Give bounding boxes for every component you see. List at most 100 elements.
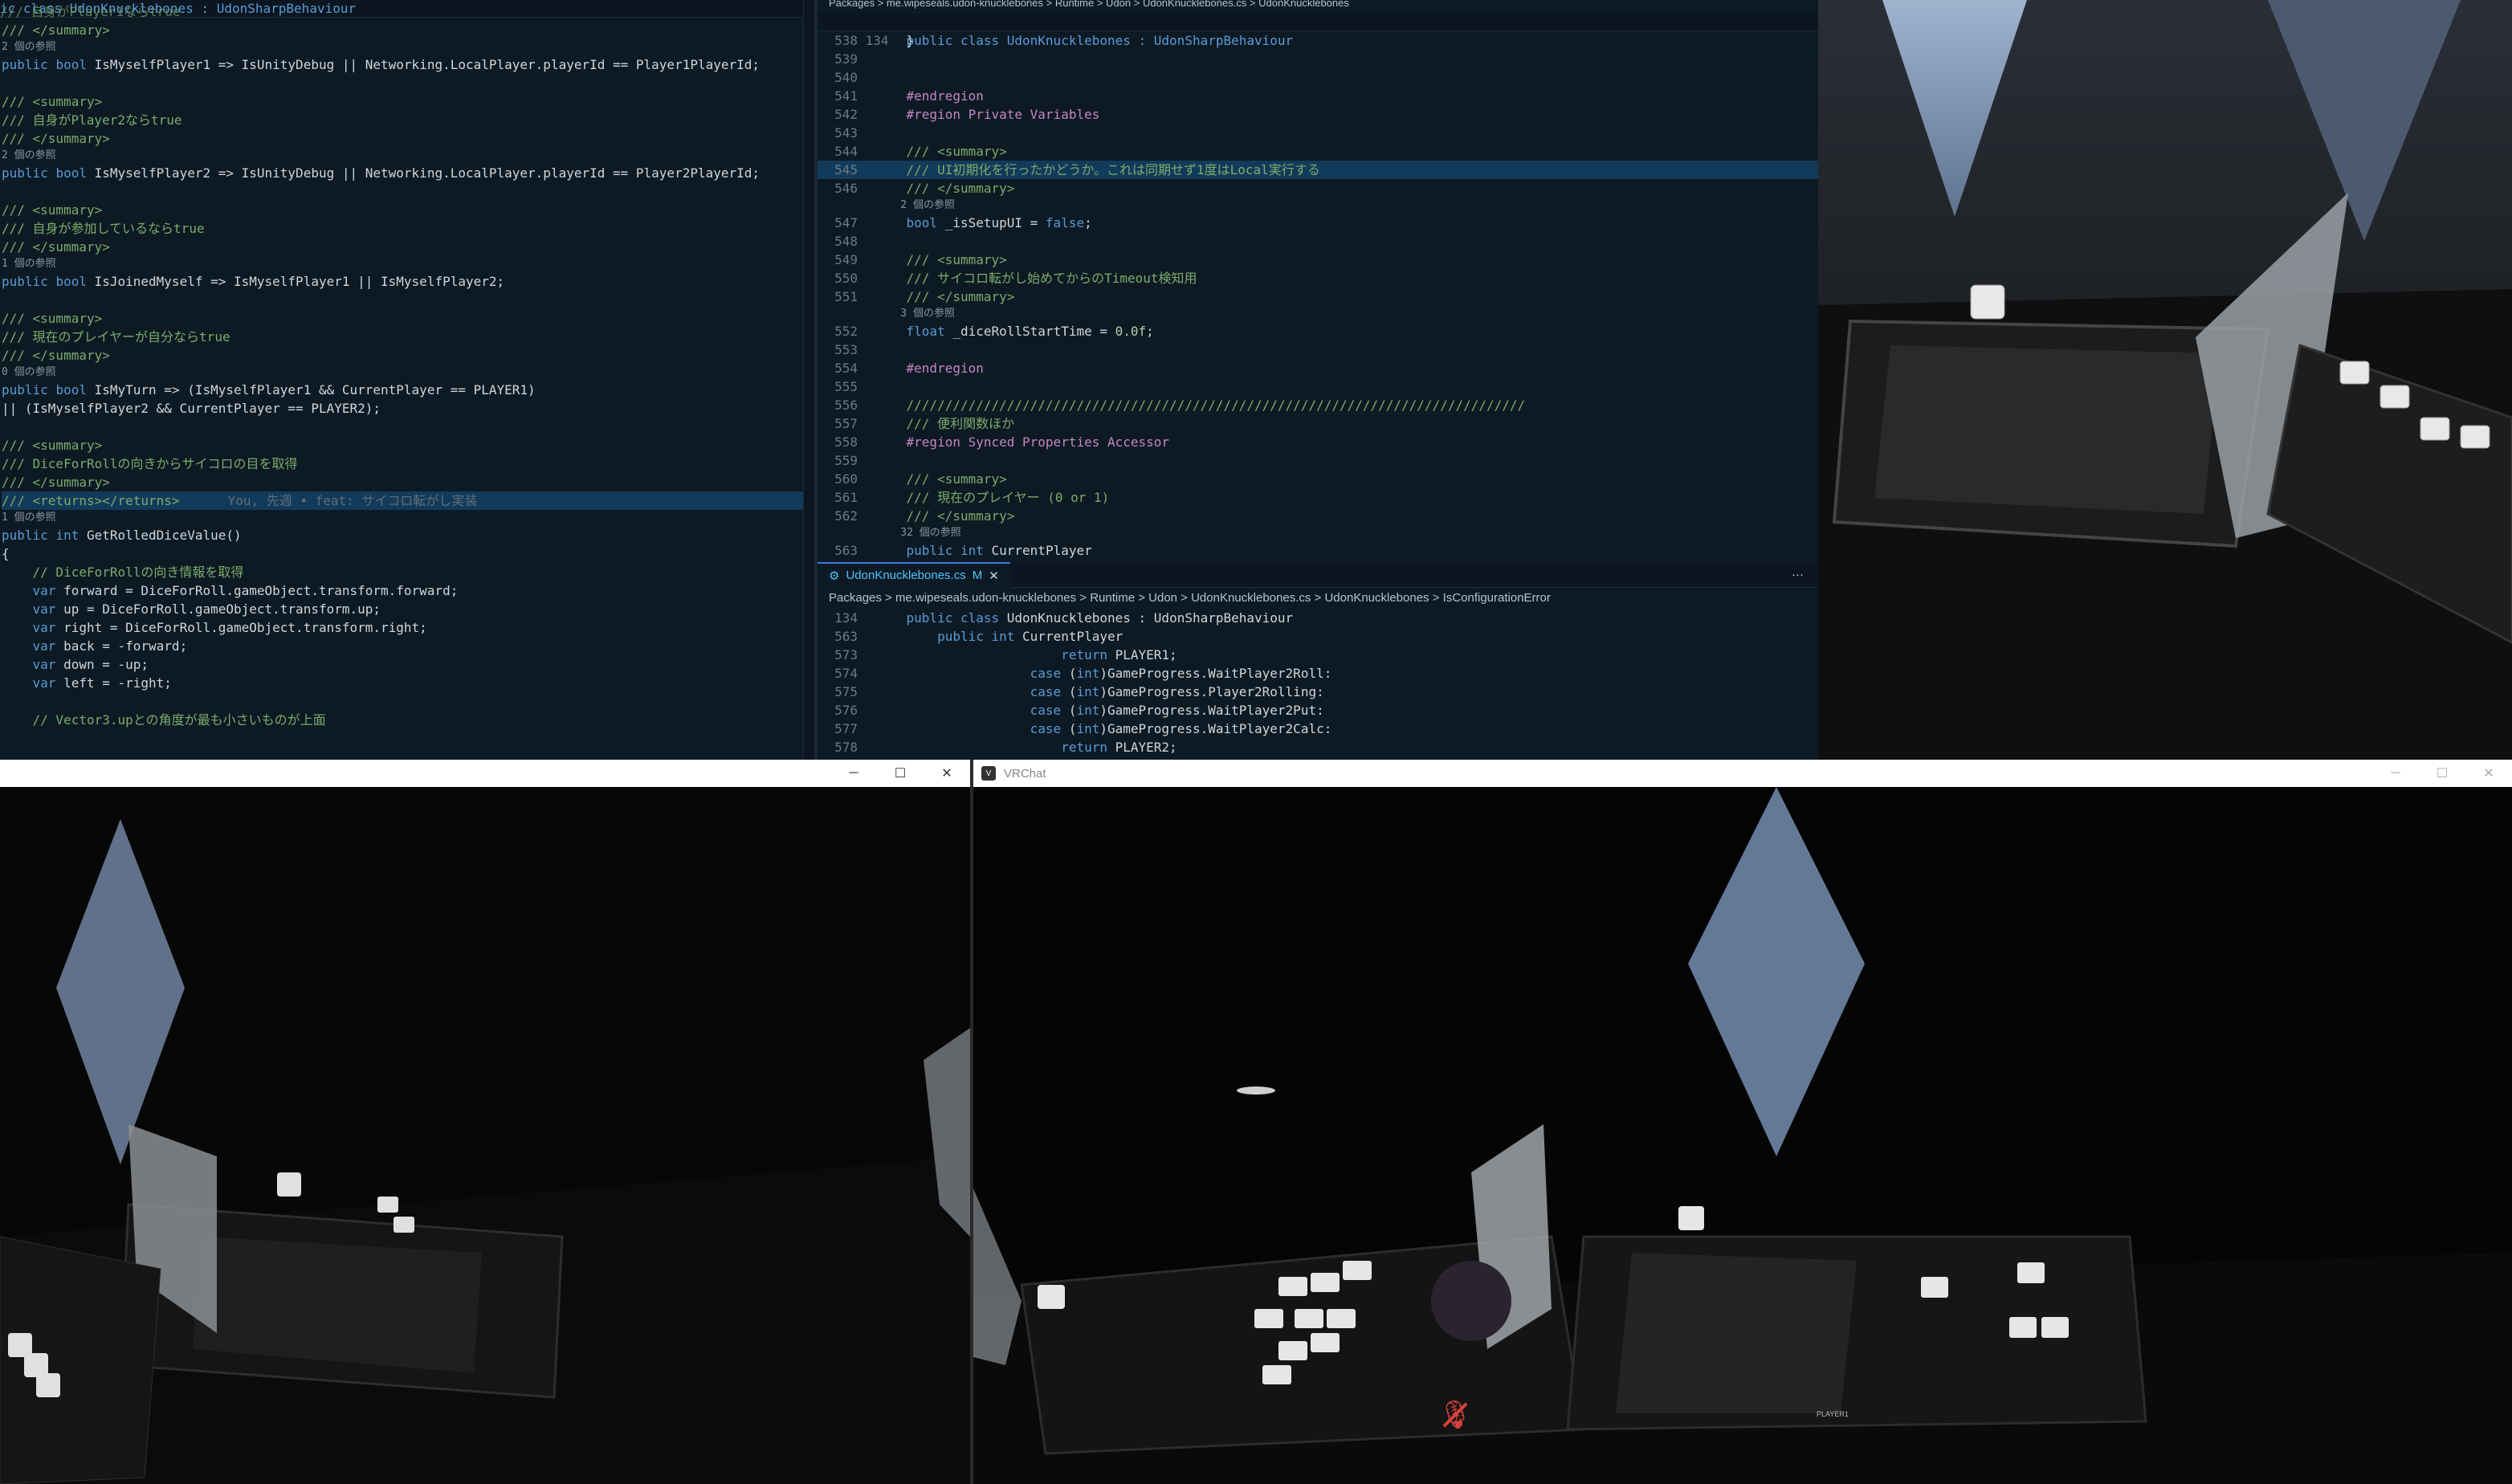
code-line: 543 [834, 125, 858, 141]
codelens-references: 3 個の参照 [875, 308, 955, 320]
right-top-code-lines: 538 } 539 540 541 #endregion 542 #region Pri… [818, 31, 1818, 560]
right-bottom-code-lines: 134 public class UdonKnucklebones : Udon… [818, 609, 1818, 756]
code-line: /// </summary> [2, 131, 110, 146]
code-line: /// 自身が参加しているならtrue [2, 221, 205, 236]
code-line: /// <summary> [2, 202, 103, 218]
player-label: PLAYER1 [1817, 1410, 1849, 1418]
right-code-editor-top[interactable]: Packages > me.wipeseals.udon-knucklebone… [818, 0, 1818, 562]
editor-tabbar: ⚙ UdonKnucklebones.cs M ✕ ··· [818, 562, 1818, 588]
current-line: /// <returns></returns> You, 先週 • feat: サ… [2, 491, 814, 510]
code-line: // Vector3.upとの角度が最も小さいものが上面 [2, 712, 326, 728]
code-line: 561 /// 現在のプレイヤー (0 or 1) [834, 490, 1110, 505]
code-line: /// <summary> [2, 438, 103, 453]
scene-viewport-topright[interactable] [1818, 0, 2512, 760]
code-line: var forward = DiceForRoll.gameObject.tra… [32, 583, 459, 598]
scene-viewport-left[interactable] [0, 787, 970, 1484]
code-line: var right = DiceForRoll.gameObject.trans… [32, 620, 427, 635]
code-line: 547 bool _isSetupUI = false; [834, 215, 1092, 230]
close-button[interactable]: ✕ [924, 760, 970, 787]
code-line: { [2, 546, 10, 561]
codelens-references: 1 個の参照 [2, 512, 56, 524]
minimize-button[interactable]: ─ [830, 760, 877, 787]
scroll-gutter[interactable] [803, 0, 814, 760]
codelens-references: 2 個の参照 [2, 41, 56, 53]
modified-badge: M [972, 569, 983, 582]
code-line: /// </summary> [2, 239, 110, 255]
code-line: 560 /// <summary> [834, 471, 1007, 487]
code-line: 541 #endregion [834, 88, 984, 104]
code-line: var down = -up; [32, 657, 149, 672]
close-icon[interactable]: ✕ [989, 569, 999, 583]
code-line: 549 /// <summary> [834, 252, 1007, 267]
code-line: 539 [834, 51, 858, 67]
sticky-class-header: 134 public class UdonKnucklebones : UdonS… [818, 13, 1818, 48]
breadcrumb[interactable]: Packages > me.wipeseals.udon-knucklebone… [818, 588, 1818, 609]
code-line: 540 [834, 70, 858, 85]
code-line: 559 [834, 453, 858, 468]
code-line: 134 public class UdonKnucklebones : Udon… [834, 610, 1294, 626]
code-line: 577 case (int)GameProgress.WaitPlayer2Ca… [834, 721, 1332, 736]
maximize-button[interactable]: ☐ [877, 760, 924, 787]
code-line: public bool IsMyselfPlayer2 => IsUnityDe… [2, 165, 761, 181]
code-line: 542 #region Private Variables [834, 107, 1100, 122]
code-line: 550 /// サイコロ転がし始めてからのTimeout検知用 [834, 271, 1197, 286]
clipped-line: /// 自身がPlayer1ならtrue [0, 4, 181, 19]
codelens-references: 2 個の参照 [875, 199, 955, 211]
git-blame-annotation: You, 先週 • feat: サイコロ転がし実装 [227, 493, 478, 508]
close-button[interactable]: ✕ [2465, 760, 2512, 787]
avatar [1431, 1261, 1511, 1341]
code-line: 562 /// </summary> [834, 508, 1015, 524]
code-line: 544 /// <summary> [834, 144, 1007, 159]
code-line: // DiceForRollの向き情報を取得 [2, 565, 244, 580]
code-line: 552 float _diceRollStartTime = 0.0f; [834, 324, 1154, 339]
breadcrumb[interactable]: Packages > me.wipeseals.udon-knucklebone… [818, 0, 1818, 13]
code-line: 548 [834, 234, 858, 249]
code-line: 575 case (int)GameProgress.Player2Rollin… [834, 684, 1324, 699]
code-line: 574 case (int)GameProgress.WaitPlayer2Ro… [834, 666, 1332, 681]
code-line: 556 ////////////////////////////////////… [834, 398, 1526, 413]
codelens-references: 2 個の参照 [2, 149, 56, 161]
more-actions-icon[interactable]: ··· [1792, 568, 1818, 581]
code-line: /// 現在のプレイヤーが自分ならtrue [2, 329, 230, 344]
current-line: 545 /// UI初期化を行ったかどうか。これは同期せず1度はLocal実行す… [818, 161, 1818, 179]
codelens-references: 32 個の参照 [875, 527, 961, 539]
codelens-references: 0 個の参照 [2, 366, 56, 378]
code-line: public bool IsMyselfPlayer1 => IsUnityDe… [2, 57, 761, 72]
right-code-editor-bottom[interactable]: ⚙ UdonKnucklebones.cs M ✕ ··· Packages >… [818, 562, 1818, 760]
code-line: public bool IsJoinedMyself => IsMyselfPl… [2, 274, 505, 289]
code-line: || (IsMyselfPlayer2 && CurrentPlayer == … [2, 401, 381, 416]
vrchat-viewport[interactable]: PLAYER1 🎙 [973, 787, 2512, 1484]
knucklebones-board-render: PLAYER1 [973, 787, 2512, 1484]
code-line: 538 } [834, 33, 915, 48]
code-line: 557 /// 便利関数ほか [834, 416, 1015, 431]
left-code-editor[interactable]: ic class UdonKnucklebones : UdonSharpBeh… [0, 0, 814, 760]
code-line: /// </summary> [2, 22, 110, 38]
maximize-button[interactable]: ☐ [2419, 760, 2465, 787]
code-line: 576 case (int)GameProgress.WaitPlayer2Pu… [834, 703, 1324, 718]
vrchat-window-titlebar[interactable]: V VRChat ─ ☐ ✕ [973, 760, 2512, 787]
code-line: 563 public int CurrentPlayer [834, 629, 1123, 644]
code-line: /// </summary> [2, 348, 110, 363]
code-line: 555 [834, 379, 858, 394]
left-window-titlebar[interactable]: ─ ☐ ✕ [0, 760, 970, 787]
knucklebones-board-render [1818, 0, 2512, 760]
code-line: public bool IsMyTurn => (IsMyselfPlayer1… [2, 382, 536, 398]
code-line: 551 /// </summary> [834, 289, 1015, 304]
code-line: 554 #endregion [834, 361, 984, 376]
knucklebones-board-render [0, 787, 970, 1484]
code-line: /// </summary> [2, 475, 110, 490]
code-line: var back = -forward; [32, 638, 188, 654]
code-line: /// 自身がPlayer2ならtrue [2, 112, 182, 128]
codelens-references: 1 個の参照 [2, 258, 56, 270]
code-line: 546 /// </summary> [834, 181, 1015, 196]
code-line: /// DiceForRollの向きからサイコロの目を取得 [2, 456, 298, 471]
code-line: 573 return PLAYER1; [834, 647, 1177, 662]
tab-udonknucklebones[interactable]: ⚙ UdonKnucklebones.cs M ✕ [818, 562, 1010, 588]
minimize-button[interactable]: ─ [2372, 760, 2419, 787]
code-line: 558 #region Synced Properties Accessor [834, 434, 1170, 450]
vrchat-app-icon: V [981, 766, 996, 781]
code-line: 578 return PLAYER2; [834, 740, 1177, 755]
